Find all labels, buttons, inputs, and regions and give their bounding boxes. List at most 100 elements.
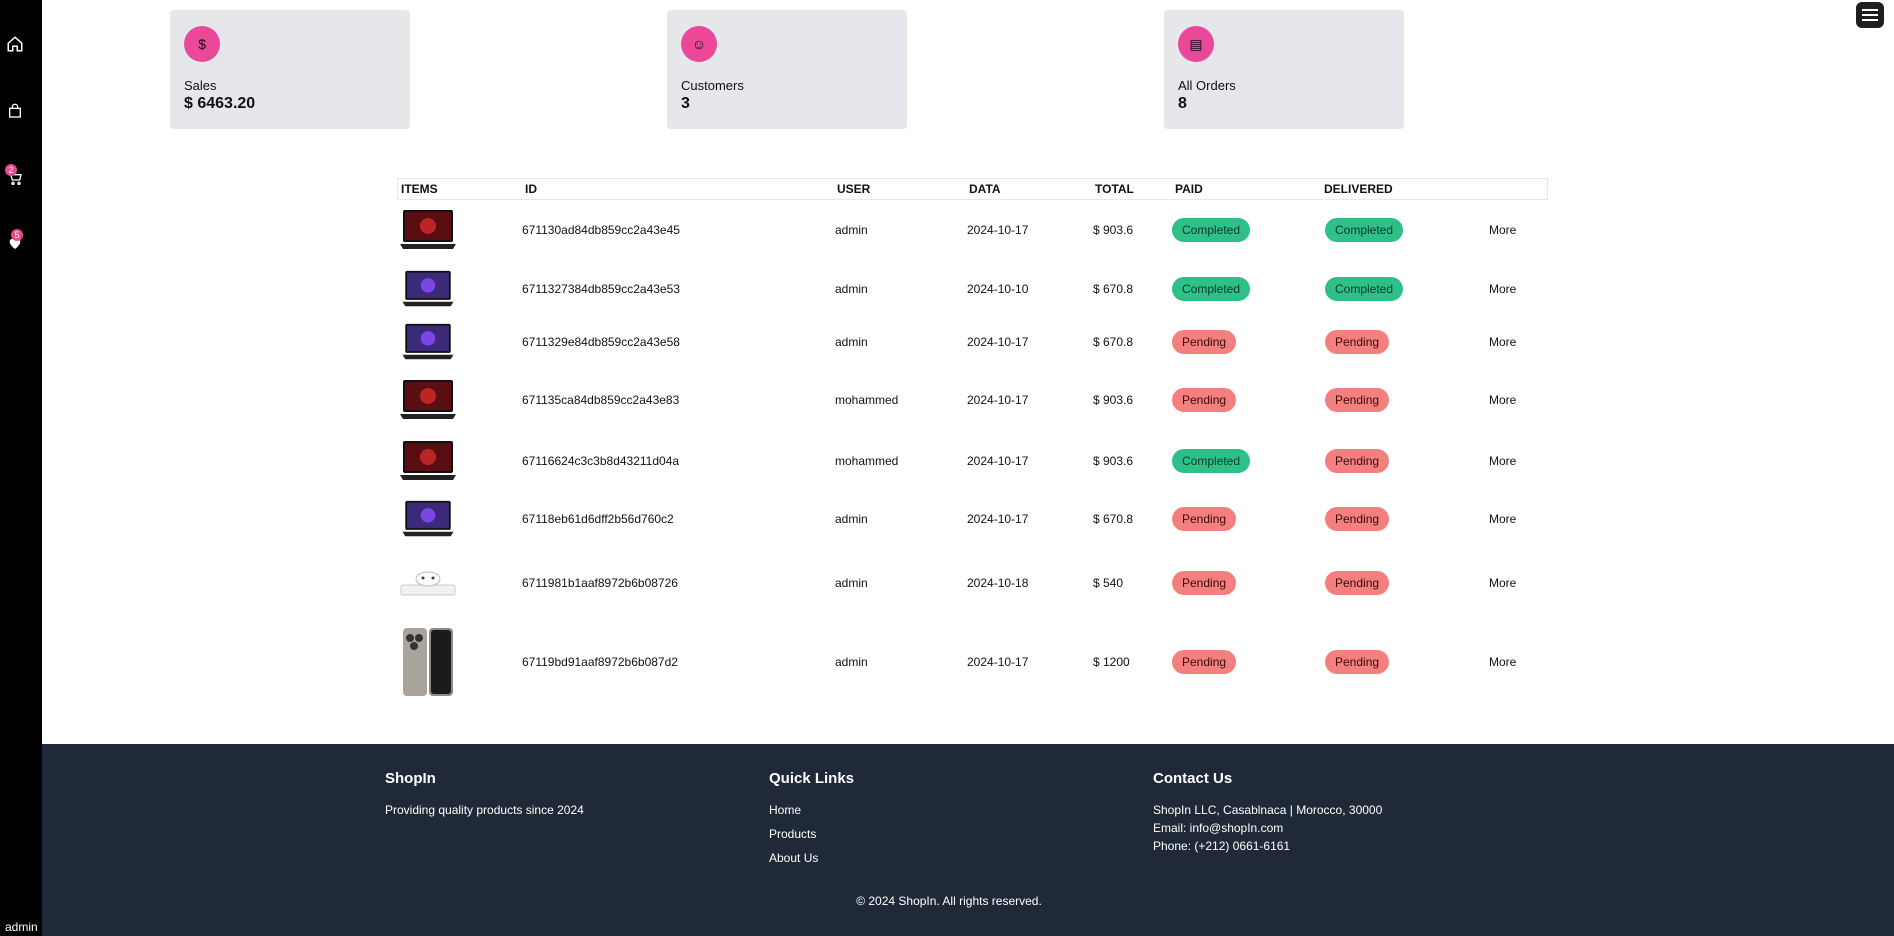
header-paid: PAID (1175, 182, 1203, 196)
order-date: 2024-10-17 (967, 512, 1029, 526)
order-user: mohammed (835, 454, 899, 468)
order-user: admin (835, 282, 868, 296)
delivered-status-badge: Pending (1325, 330, 1390, 354)
menu-button[interactable] (1856, 2, 1884, 28)
footer-address: ShopIn LLC, Casablnaca | Morocco, 30000 (1153, 803, 1383, 817)
footer-phone: Phone: (+212) 0661-6161 (1153, 839, 1291, 853)
table-row: 671135ca84db859cc2a43e83 mohammed 2024-1… (397, 372, 1548, 428)
delivered-status-badge: Pending (1325, 507, 1390, 531)
product-thumbnail (399, 208, 459, 257)
stat-value: 8 (1178, 95, 1187, 112)
more-link[interactable]: More (1489, 576, 1516, 590)
paid-status-badge: Completed (1172, 277, 1251, 301)
home-icon[interactable] (4, 33, 26, 55)
stat-value: 3 (681, 95, 690, 112)
header-total: TOTAL (1095, 182, 1134, 196)
stat-label: All Orders (1178, 78, 1236, 93)
order-id: 671130ad84db859cc2a43e45 (522, 223, 680, 237)
more-link[interactable]: More (1489, 393, 1516, 407)
stat-card-sales: $ Sales $ 6463.20 (170, 10, 410, 129)
paid-status-badge: Pending (1172, 330, 1237, 354)
smiley-icon: ☺ (681, 26, 717, 62)
product-thumbnail (399, 499, 459, 544)
order-date: 2024-10-17 (967, 393, 1029, 407)
orders-icon: ▤ (1178, 26, 1214, 62)
product-thumbnail (399, 322, 459, 367)
table-row: 67116624c3c3b8d43211d04a mohammed 2024-1… (397, 433, 1548, 489)
delivered-status-badge: Pending (1325, 449, 1390, 473)
stat-card-orders: ▤ All Orders 8 (1164, 10, 1404, 129)
more-link[interactable]: More (1489, 282, 1516, 296)
paid-status-badge: Pending (1172, 571, 1237, 595)
wishlist-count-badge: 5 (11, 229, 23, 241)
footer: ShopIn Providing quality products since … (42, 744, 1894, 936)
order-total: $ 903.6 (1093, 223, 1134, 237)
order-id: 67116624c3c3b8d43211d04a (522, 454, 680, 468)
product-thumbnail (399, 565, 459, 606)
delivered-status-badge: Pending (1325, 650, 1390, 674)
footer-brand: ShopIn (385, 770, 436, 787)
header-date: DATA (969, 182, 1001, 196)
more-link[interactable]: More (1489, 655, 1516, 669)
footer-link-about[interactable]: About Us (769, 851, 818, 865)
order-total: $ 540 (1093, 576, 1124, 590)
order-id: 67119bd91aaf8972b6b087d2 (522, 655, 678, 669)
orders-table-header: ITEMS ID USER DATA TOTAL PAID DELIVERED (397, 178, 1548, 200)
product-thumbnail (399, 626, 459, 703)
footer-quick-links-title: Quick Links (769, 770, 855, 787)
order-id: 67118eb61d6dff2b56d760c2 (522, 512, 674, 526)
dollar-icon: $ (184, 26, 220, 62)
footer-copyright: © 2024 ShopIn. All rights reserved. (856, 894, 1042, 908)
sidebar: 2 5 admin (0, 0, 42, 936)
current-user: admin (5, 920, 38, 934)
delivered-status-badge: Pending (1325, 571, 1390, 595)
paid-status-badge: Pending (1172, 388, 1237, 412)
paid-status-badge: Pending (1172, 507, 1237, 531)
stat-card-customers: ☺ Customers 3 (667, 10, 907, 129)
order-date: 2024-10-17 (967, 454, 1029, 468)
shopping-bag-icon[interactable] (4, 100, 26, 122)
order-total: $ 670.8 (1093, 335, 1134, 349)
table-row: 67118eb61d6dff2b56d760c2 admin 2024-10-1… (397, 491, 1548, 547)
order-id: 6711329e84db859cc2a43e58 (522, 335, 680, 349)
product-thumbnail (399, 269, 459, 314)
header-user: USER (837, 182, 871, 196)
more-link[interactable]: More (1489, 335, 1516, 349)
table-row: 6711981b1aaf8972b6b08726 admin 2024-10-1… (397, 555, 1548, 611)
paid-status-badge: Pending (1172, 650, 1237, 674)
hamburger-icon (1862, 9, 1878, 21)
footer-tagline: Providing quality products since 2024 (385, 803, 584, 817)
order-total: $ 670.8 (1093, 282, 1134, 296)
order-date: 2024-10-18 (967, 576, 1029, 590)
header-items: ITEMS (401, 182, 438, 196)
delivered-status-badge: Pending (1325, 388, 1390, 412)
order-id: 671135ca84db859cc2a43e83 (522, 393, 680, 407)
product-thumbnail (399, 439, 459, 488)
order-date: 2024-10-17 (967, 335, 1029, 349)
order-user: admin (835, 576, 868, 590)
table-row: 67119bd91aaf8972b6b087d2 admin 2024-10-1… (397, 628, 1548, 696)
footer-contact-title: Contact Us (1153, 770, 1233, 787)
footer-link-products[interactable]: Products (769, 827, 816, 841)
cart-count-badge: 2 (5, 164, 17, 176)
more-link[interactable]: More (1489, 454, 1516, 468)
header-id: ID (525, 182, 537, 196)
more-link[interactable]: More (1489, 223, 1516, 237)
table-row: 671130ad84db859cc2a43e45 admin 2024-10-1… (397, 202, 1548, 258)
delivered-status-badge: Completed (1325, 218, 1404, 242)
footer-email: Email: info@shopIn.com (1153, 821, 1284, 835)
order-id: 6711327384db859cc2a43e53 (522, 282, 680, 296)
order-total: $ 1200 (1093, 655, 1130, 669)
footer-link-home[interactable]: Home (769, 803, 801, 817)
more-link[interactable]: More (1489, 512, 1516, 526)
order-date: 2024-10-10 (967, 282, 1029, 296)
order-total: $ 903.6 (1093, 393, 1134, 407)
stat-label: Sales (184, 78, 217, 93)
table-row: 6711329e84db859cc2a43e58 admin 2024-10-1… (397, 314, 1548, 370)
stat-value: $ 6463.20 (184, 95, 256, 112)
order-user: admin (835, 223, 868, 237)
order-date: 2024-10-17 (967, 223, 1029, 237)
order-user: admin (835, 335, 868, 349)
header-delivered: DELIVERED (1324, 182, 1393, 196)
stat-label: Customers (681, 78, 744, 93)
